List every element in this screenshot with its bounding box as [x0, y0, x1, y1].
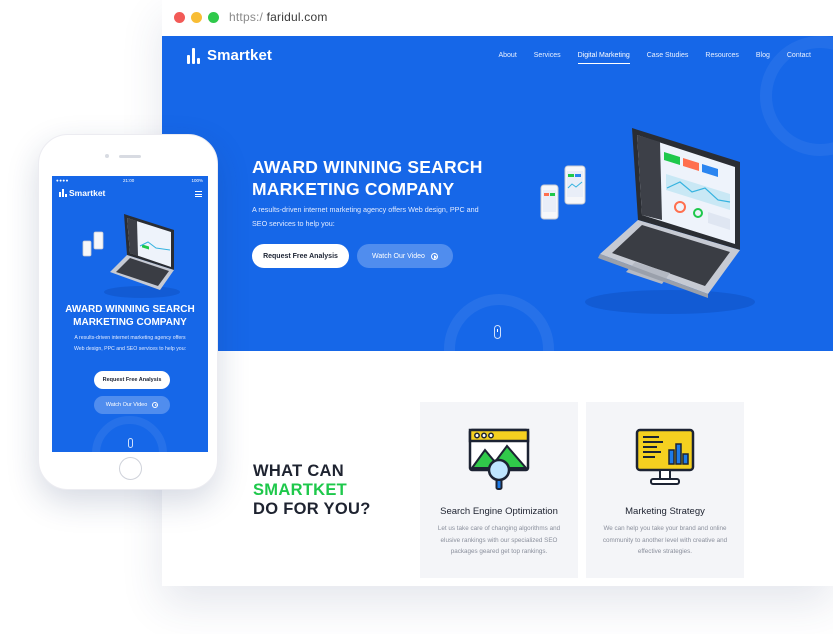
phone-mockup: ●●●● 21:00 100% Smartket AWARD WINNING S… — [38, 134, 218, 490]
smartket-logo-icon — [187, 47, 203, 64]
nav-item-services[interactable]: Services — [534, 52, 561, 64]
hero-subtitle: A results-driven internet marketing agen… — [252, 205, 479, 228]
url-domain: faridul.com — [266, 10, 328, 24]
status-time: 21:00 — [123, 178, 135, 183]
mobile-hero-title: AWARD WINNING SEARCH MARKETING COMPANY — [52, 303, 208, 329]
card-text: We can help you take your brand and onli… — [602, 525, 728, 555]
nav-item-case-studies[interactable]: Case Studies — [647, 52, 689, 64]
scroll-down-mouse-icon[interactable] — [128, 438, 133, 448]
status-battery: 100% — [191, 178, 203, 183]
button-label: Watch Our Video — [372, 252, 425, 260]
brand-name: Smartket — [207, 47, 272, 64]
hero-title: AWARD WINNING SEARCH MARKETING COMPANY — [252, 156, 552, 200]
mobile-watch-video-button[interactable]: Watch Our Video — [94, 396, 170, 414]
decorative-ring — [444, 294, 554, 351]
card-text: Let us take care of changing algorithms … — [437, 525, 561, 555]
brand-name: Smartket — [69, 188, 106, 198]
scroll-down-mouse-icon[interactable] — [494, 325, 501, 339]
seo-browser-magnifier-icon — [468, 428, 530, 490]
smartket-logo-icon — [59, 189, 67, 197]
heading-line: DO FOR YOU? — [253, 500, 371, 518]
mobile-hero-subtitle: A results-driven internet marketing agen… — [73, 335, 187, 352]
mobile-devices-illustration — [82, 214, 180, 298]
hero-section: Smartket About Services Digital Marketin… — [162, 36, 833, 351]
card-title: Search Engine Optimization — [440, 506, 558, 517]
address-bar[interactable]: https:/ faridul.com — [229, 10, 328, 24]
button-label: Request Free Analysis — [102, 377, 162, 383]
showcase-stage: https:/ faridul.com Smartket About Servi… — [0, 0, 833, 634]
phone-home-button[interactable] — [119, 457, 142, 480]
browser-toolbar: https:/ faridul.com — [162, 0, 833, 36]
nav-item-digital-marketing[interactable]: Digital Marketing — [577, 52, 630, 64]
site-logo[interactable]: Smartket — [187, 47, 272, 64]
browser-window: https:/ faridul.com Smartket About Servi… — [162, 0, 833, 586]
watch-video-button[interactable]: Watch Our Video — [357, 244, 453, 268]
service-card-marketing-strategy[interactable]: Marketing Strategy We can help you take … — [586, 402, 744, 578]
hero-title-line: MARKETING COMPANY — [252, 179, 455, 199]
nav-item-resources[interactable]: Resources — [705, 52, 738, 64]
play-icon — [430, 252, 438, 260]
service-card-seo[interactable]: Search Engine Optimization Let us take c… — [420, 402, 578, 578]
url-protocol: https:/ — [229, 10, 264, 24]
mobile-screen: ●●●● 21:00 100% Smartket AWARD WINNING S… — [52, 176, 208, 452]
button-label: Request Free Analysis — [263, 252, 338, 260]
request-free-analysis-button[interactable]: Request Free Analysis — [252, 244, 349, 268]
mobile-site-logo[interactable]: Smartket — [59, 188, 105, 198]
heading-line-highlight: SMARTKET — [253, 481, 348, 499]
nav-item-contact[interactable]: Contact — [787, 52, 811, 64]
card-title: Marketing Strategy — [625, 506, 705, 517]
nav-item-blog[interactable]: Blog — [756, 52, 770, 64]
phone-camera — [105, 154, 109, 158]
nav-item-about[interactable]: About — [498, 52, 516, 64]
play-icon — [152, 402, 159, 408]
mobile-status-bar: ●●●● 21:00 100% — [52, 176, 208, 185]
minimize-window-button[interactable] — [191, 12, 202, 23]
hero-title-line: AWARD WINNING SEARCH — [65, 304, 195, 315]
monitor-chart-icon — [635, 428, 695, 485]
close-window-button[interactable] — [174, 12, 185, 23]
mobile-request-free-analysis-button[interactable]: Request Free Analysis — [94, 371, 170, 389]
maximize-window-button[interactable] — [208, 12, 219, 23]
hero-title-line: MARKETING COMPANY — [73, 317, 187, 328]
phone-illustration — [540, 165, 586, 220]
signal-icon: ●●●● — [56, 178, 69, 183]
button-label: Watch Our Video — [105, 402, 148, 408]
main-nav: About Services Digital Marketing Case St… — [498, 52, 811, 64]
heading-line: WHAT CAN — [253, 462, 344, 480]
devices-illustration — [540, 128, 755, 314]
services-heading: WHAT CAN SMARTKET DO FOR YOU? — [253, 462, 371, 519]
hamburger-menu-icon[interactable] — [195, 191, 202, 199]
hero-title-line: AWARD WINNING SEARCH — [252, 157, 483, 177]
phone-speaker — [119, 155, 141, 158]
